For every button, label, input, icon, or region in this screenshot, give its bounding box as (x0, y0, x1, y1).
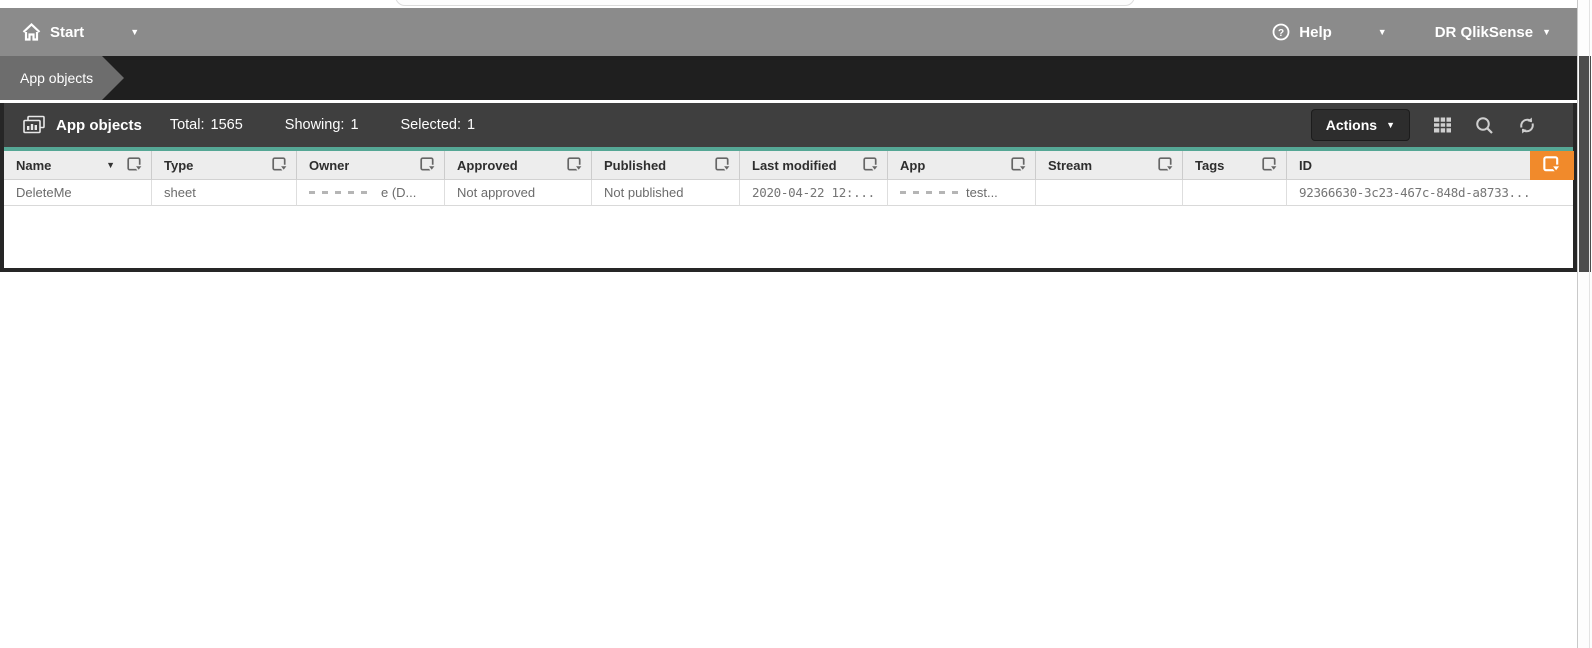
redacted-text (309, 191, 373, 194)
refresh-icon[interactable] (1517, 116, 1537, 135)
column-header-app[interactable]: App (888, 151, 1036, 180)
column-header-tags[interactable]: Tags (1183, 151, 1287, 180)
start-menu[interactable]: Start ▼ (0, 23, 139, 41)
column-header-id[interactable]: ID (1287, 150, 1574, 180)
column-header-name[interactable]: Name ▼ (4, 151, 152, 180)
window-edge (1589, 0, 1590, 648)
filter-icon[interactable] (272, 156, 289, 174)
panel-title: App objects (56, 116, 142, 134)
help-menu[interactable]: ? Help ▼ (1272, 23, 1387, 41)
browser-top-strip (0, 0, 1592, 8)
user-menu[interactable]: DR QlikSense ▼ (1435, 24, 1551, 41)
filter-icon[interactable] (420, 156, 437, 174)
help-label: Help (1299, 23, 1332, 41)
filter-icon[interactable] (863, 156, 880, 174)
showing-stat: Showing: 1 (284, 117, 359, 133)
app-objects-panel: App objects Total: 1565 Showing: 1 Selecte… (0, 103, 1577, 272)
filter-icon[interactable] (1011, 156, 1028, 174)
app-objects-table: Name ▼ Type Owner Approved Published Las… (4, 150, 1574, 206)
cell-stream (1036, 180, 1183, 206)
search-icon[interactable] (1475, 116, 1494, 135)
total-stat: Total: 1565 (169, 117, 243, 133)
filter-icon[interactable] (567, 156, 584, 174)
cell-tags (1183, 180, 1287, 206)
cell-published: Not published (592, 180, 740, 206)
breadcrumb-tab-app-objects[interactable]: App objects (0, 56, 124, 100)
cell-approved: Not approved (445, 180, 592, 206)
redacted-text (900, 191, 958, 194)
selected-stat: Selected: 1 (400, 117, 476, 133)
column-header-last-modified[interactable]: Last modified (740, 151, 888, 180)
cell-owner: e (D... (297, 180, 445, 206)
breadcrumb-bar: App objects (0, 56, 1577, 100)
column-header-type[interactable]: Type (152, 151, 297, 180)
panel-toolbar: App objects Total: 1565 Showing: 1 Selecte… (4, 103, 1573, 147)
app-objects-icon (22, 115, 46, 135)
cell-name: DeleteMe (4, 180, 152, 206)
filter-icon[interactable] (715, 156, 732, 174)
column-header-stream[interactable]: Stream (1036, 151, 1183, 180)
chevron-down-icon: ▼ (1386, 119, 1395, 130)
cell-id: 92366630-3c23-467c-848d-a8733... (1287, 180, 1573, 206)
chevron-down-icon: ▼ (130, 26, 140, 37)
filter-icon[interactable] (1158, 156, 1175, 174)
column-header-owner[interactable]: Owner (297, 151, 445, 180)
start-label: Start (50, 23, 85, 41)
filter-icon[interactable] (1262, 156, 1279, 174)
home-icon (22, 23, 41, 41)
table-header-row: Name ▼ Type Owner Approved Published Las… (4, 150, 1574, 180)
help-icon: ? (1272, 23, 1290, 41)
chevron-down-icon: ▼ (1542, 26, 1551, 37)
chevron-down-icon: ▼ (1377, 26, 1387, 37)
cell-type: sheet (152, 180, 297, 206)
filter-icon[interactable] (127, 156, 144, 174)
sort-desc-icon: ▼ (106, 160, 115, 170)
user-label: DR QlikSense (1434, 23, 1534, 41)
filter-icon-active[interactable] (1530, 150, 1574, 180)
browser-omnibox-bottom (395, 0, 1135, 6)
cell-app: test... (888, 180, 1036, 206)
table-row[interactable]: DeleteMe sheet e (D... Not approved Not … (4, 180, 1573, 206)
actions-button[interactable]: Actions ▼ (1310, 109, 1410, 141)
column-header-published[interactable]: Published (592, 151, 740, 180)
column-header-approved[interactable]: Approved (445, 151, 592, 180)
cell-last-modified: 2020-04-22 12:... (740, 180, 888, 206)
breadcrumb-label: App objects (20, 70, 94, 86)
column-selector-icon[interactable] (1433, 116, 1452, 134)
svg-text:?: ? (1278, 28, 1284, 39)
qmc-top-bar: Start ▼ ? Help ▼ DR QlikSense ▼ (0, 8, 1577, 56)
